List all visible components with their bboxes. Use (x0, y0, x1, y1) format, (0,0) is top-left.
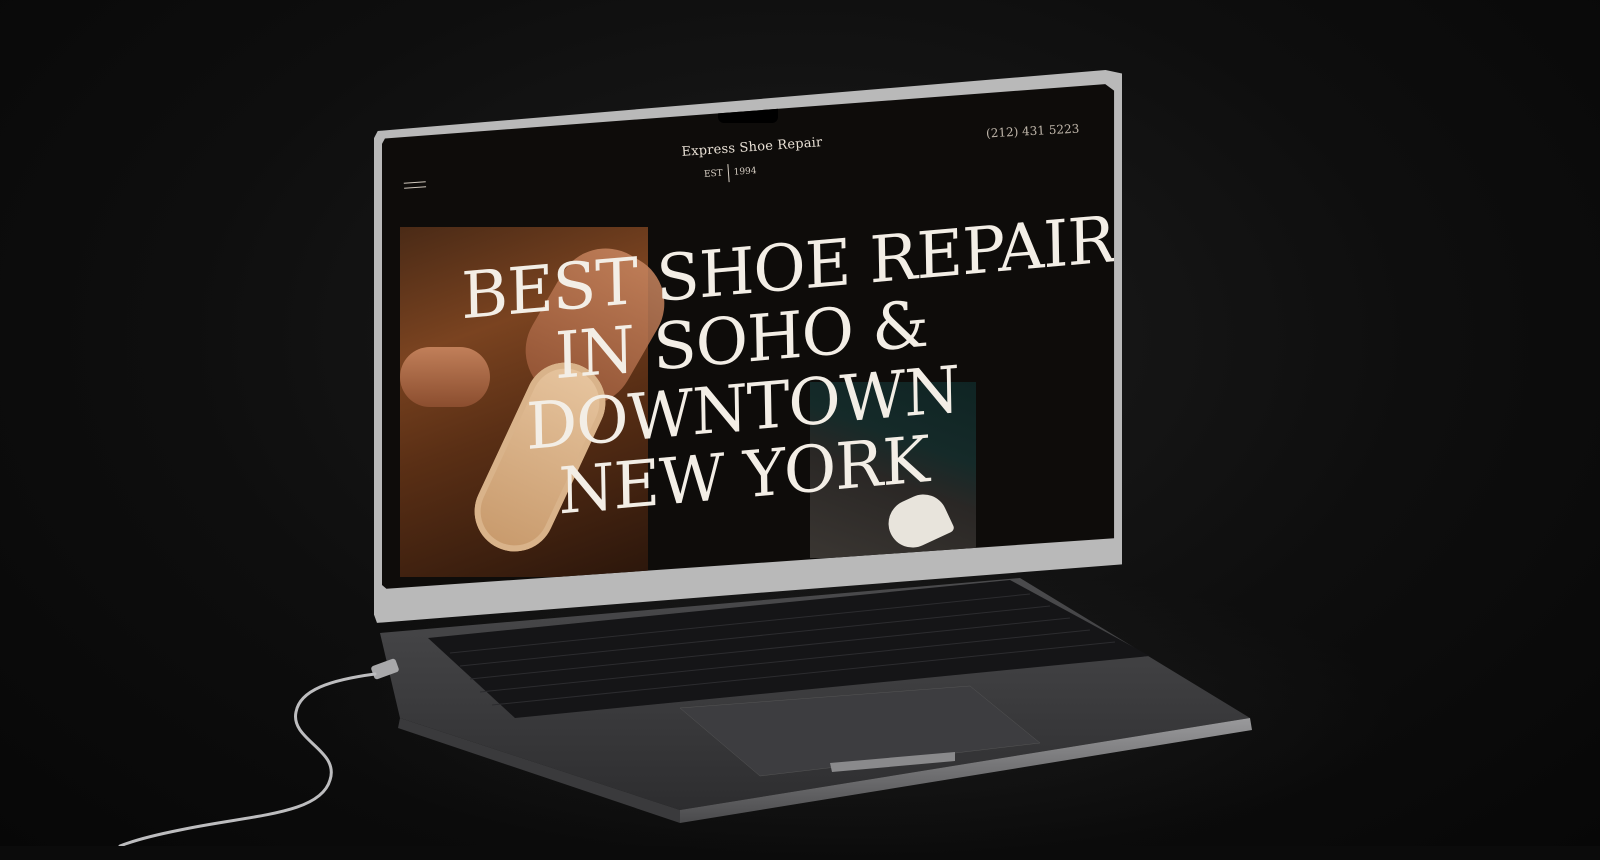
est-year: 1994 (733, 166, 757, 178)
laptop-base (380, 578, 1280, 828)
est-divider (727, 164, 730, 183)
established-label: EST 1994 (703, 162, 757, 184)
phone-number[interactable]: (212) 431 5223 (986, 122, 1080, 141)
brand-name[interactable]: Express Shoe Repair (672, 134, 833, 160)
hamburger-menu-icon[interactable] (403, 181, 427, 191)
laptop-screen: Express Shoe Repair EST 1994 (212) 431 5… (382, 84, 1115, 589)
est-label: EST (703, 168, 724, 180)
hero-headline: BEST SHOE REPAIR IN SOHO & DOWNTOWN NEW … (461, 203, 1114, 536)
